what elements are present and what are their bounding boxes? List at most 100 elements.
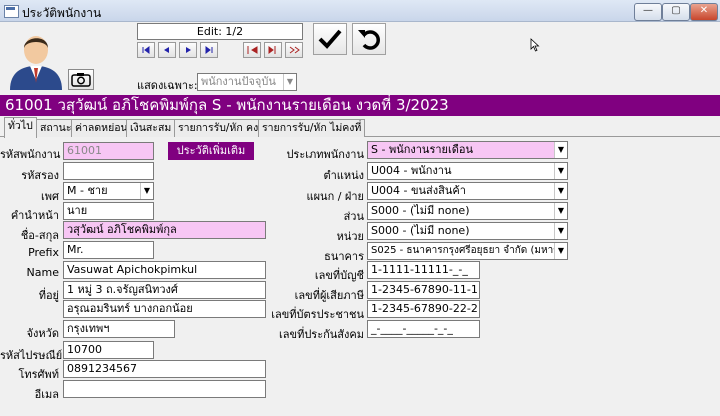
code2-label: รหัสรอง — [21, 169, 59, 182]
tab-general[interactable]: ทั่วไป — [4, 117, 37, 138]
chevron-down-icon: ▼ — [554, 243, 567, 259]
find-record-button[interactable] — [264, 42, 282, 58]
checkmark-icon — [318, 29, 342, 49]
emp-type-value: S - พนักงานรายเดือน — [371, 143, 474, 156]
add-record-button[interactable] — [243, 42, 261, 58]
employee-header: 61001 วสุวัฒน์ อภิโชคพิมพ์กุล S - พนักงา… — [0, 95, 720, 116]
undo-icon — [358, 30, 380, 50]
bank-label: ธนาคาร — [324, 250, 364, 263]
filter-value: พนักงานปัจจุบัน — [201, 75, 276, 88]
unit-label: หน่วย — [336, 230, 364, 243]
last-icon — [205, 46, 213, 54]
idcard-field[interactable]: 1-2345-67890-22-2 — [367, 300, 480, 318]
next-icon — [186, 47, 191, 53]
tab-bar: ทั่วไป สถานะ ค่าลดหย่อน เงินสะสม รายการร… — [0, 117, 720, 138]
email-field[interactable] — [63, 380, 266, 398]
province-label: จังหวัด — [26, 327, 59, 340]
camera-button[interactable] — [68, 69, 94, 90]
province-field[interactable]: กรุงเทพฯ — [63, 320, 175, 338]
tab-status[interactable]: สถานะ — [36, 119, 76, 137]
maximize-button[interactable]: ▢ — [662, 3, 690, 21]
record-indicator: Edit: 1/2 — [137, 23, 303, 40]
unit-select[interactable]: S000 - (ไม่มี none) ▼ — [367, 222, 568, 240]
gender-select[interactable]: M - ชาย ▼ — [63, 182, 154, 200]
tab-variable-items[interactable]: รายการรับ/หัก ไม่คงที่ — [258, 119, 366, 137]
account-field[interactable]: 1-1111-11111-_-_ — [367, 261, 480, 279]
address1-field[interactable]: 1 หมู่ 3 ถ.จรัญสนิทวงศ์ — [63, 281, 266, 299]
position-select[interactable]: U004 - พนักงาน ▼ — [367, 162, 568, 180]
bank-value: S025 - ธนาคารกรุงศรีอยุธยา จำกัด (มหาชน) — [371, 245, 568, 256]
position-value: U004 - พนักงาน — [371, 164, 452, 177]
gender-label: เพศ — [41, 190, 59, 203]
history-button[interactable]: ประวัติเพิ่มเติม — [168, 142, 254, 160]
dept-value: U004 - ขนส่งสินค้า — [371, 184, 466, 197]
tab-savings[interactable]: เงินสะสม — [126, 119, 176, 137]
name-en-label: Name — [26, 266, 59, 279]
window-title: ประวัติพนักงาน — [22, 6, 102, 20]
bank-select[interactable]: S025 - ธนาคารกรุงศรีอยุธยา จำกัด (มหาชน)… — [367, 242, 568, 260]
idcard-label: เลขที่บัตรประชาชน — [271, 308, 364, 321]
chevron-down-icon: ▼ — [554, 163, 567, 179]
zip-label: รหัสไปรษณีย์ — [0, 349, 63, 362]
prefix-en-field[interactable]: Mr. — [63, 241, 154, 259]
minimize-button[interactable]: — — [634, 3, 662, 21]
prefix-en-label: Prefix — [28, 246, 59, 259]
tab-deductions[interactable]: ค่าลดหย่อน — [71, 119, 132, 137]
last-record-button[interactable] — [200, 42, 218, 58]
chevron-down-icon: ▼ — [554, 183, 567, 199]
emp-type-label: ประเภทพนักงาน — [286, 148, 364, 161]
filter-select[interactable]: พนักงานปัจจุบัน ▼ — [197, 73, 297, 91]
taxid-field[interactable]: 1-2345-67890-11-1 — [367, 281, 480, 299]
camera-icon — [71, 73, 91, 87]
chevron-down-icon: ▼ — [140, 183, 153, 199]
save-button[interactable] — [313, 23, 347, 55]
title-bar: ประวัติพนักงาน — ▢ ✕ — [0, 0, 720, 22]
prev-record-button[interactable] — [158, 42, 176, 58]
sso-field[interactable]: _-____-_____-_-_ — [367, 320, 480, 338]
undo-button[interactable] — [352, 23, 386, 55]
phone-field[interactable]: 0891234567 — [63, 360, 266, 378]
chevron-down-icon: ▼ — [554, 142, 567, 158]
name-th-label: ชื่อ-สกุล — [20, 229, 59, 242]
first-record-button[interactable] — [137, 42, 155, 58]
emp-code-label: รหัสพนักงาน — [0, 148, 61, 161]
gender-value: M - ชาย — [67, 184, 108, 197]
dept-label: แผนก / ฝ่าย — [306, 190, 364, 203]
next-record-button[interactable] — [179, 42, 197, 58]
address2-field[interactable]: อรุณอมรินทร์ บางกอกน้อย — [63, 300, 266, 318]
unit-value: S000 - (ไม่มี none) — [371, 224, 470, 237]
chevron-down-icon: ▼ — [554, 223, 567, 239]
zip-field[interactable]: 10700 — [63, 341, 154, 359]
find-record-icon — [268, 46, 276, 54]
add-record-icon — [247, 46, 258, 54]
name-th-field[interactable]: วสุวัฒน์ อภิโชคพิมพ์กุล — [63, 221, 266, 239]
tab-fixed-items[interactable]: รายการรับ/หัก คงที่ — [174, 119, 270, 137]
prefix-th-label: คำนำหน้า — [10, 209, 59, 222]
dept-select[interactable]: U004 - ขนส่งสินค้า ▼ — [367, 182, 568, 200]
section-value: S000 - (ไม่มี none) — [371, 204, 470, 217]
phone-label: โทรศัพท์ — [18, 368, 59, 381]
position-label: ตำแหน่ง — [323, 169, 364, 182]
chevron-down-icon: ▼ — [554, 203, 567, 219]
avatar — [10, 36, 62, 90]
delete-record-icon — [289, 46, 300, 54]
name-en-field[interactable]: Vasuwat Apichokpimkul — [63, 261, 266, 279]
emp-type-select[interactable]: S - พนักงานรายเดือน ▼ — [367, 141, 568, 159]
section-label: ส่วน — [343, 210, 364, 223]
emp-code-field[interactable]: 61001 — [63, 142, 154, 160]
code2-field[interactable] — [63, 162, 154, 180]
delete-record-button[interactable] — [285, 42, 303, 58]
address-label: ที่อยู่ — [38, 289, 59, 302]
taxid-label: เลขที่ผู้เสียภาษี — [294, 289, 364, 302]
email-label: อีเมล — [34, 388, 59, 401]
prefix-th-field[interactable]: นาย — [63, 202, 154, 220]
chevron-down-icon: ▼ — [283, 74, 296, 90]
prev-icon — [164, 47, 169, 53]
mouse-cursor-icon — [530, 38, 540, 52]
close-button[interactable]: ✕ — [690, 3, 718, 21]
first-icon — [142, 46, 150, 54]
app-icon — [4, 5, 19, 18]
section-select[interactable]: S000 - (ไม่มี none) ▼ — [367, 202, 568, 220]
sso-label: เลขที่ประกันสังคม — [279, 328, 364, 341]
account-label: เลขที่บัญชี — [314, 269, 364, 282]
